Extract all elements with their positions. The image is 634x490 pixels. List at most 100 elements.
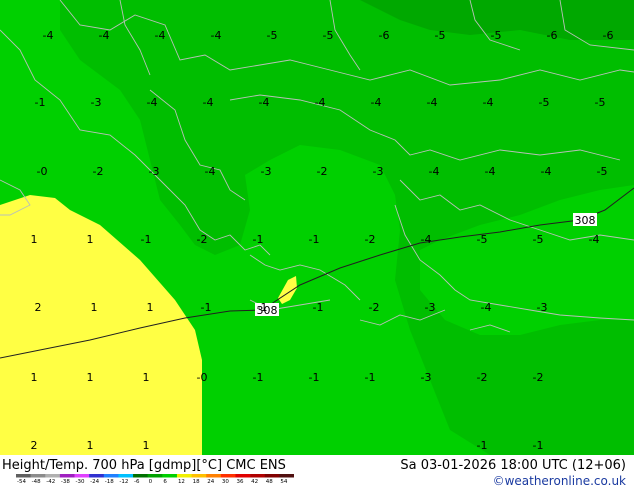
temperature-label: -2	[533, 371, 544, 384]
temperature-label: -5	[267, 29, 278, 42]
temperature-label: -5	[597, 165, 608, 178]
legend-swatch	[30, 474, 46, 478]
temperature-label: -4	[155, 29, 166, 42]
legend-swatch	[16, 474, 31, 478]
temperature-label: -2	[93, 165, 104, 178]
temperature-label: -4	[259, 96, 270, 109]
legend-swatch	[45, 474, 61, 478]
temperature-label: -3	[261, 165, 272, 178]
temperature-label: -5	[539, 96, 550, 109]
legend-swatch	[89, 474, 105, 478]
temperature-label: -3	[421, 371, 432, 384]
temperature-label: -4	[589, 233, 600, 246]
temperature-label: -0	[37, 165, 48, 178]
contour-label-2: 308	[575, 214, 596, 227]
temperature-label: -1	[201, 301, 212, 314]
legend-swatch	[264, 474, 280, 478]
temperature-label: -4	[43, 29, 54, 42]
temperature-label: -5	[595, 96, 606, 109]
temperature-label: -4	[147, 96, 158, 109]
temperature-label: -2	[197, 233, 208, 246]
temperature-label: 1	[31, 371, 38, 384]
temperature-label: 1	[31, 233, 38, 246]
temperature-label: 1	[87, 233, 94, 246]
legend-swatch	[133, 474, 148, 478]
temperature-label: -1	[313, 301, 324, 314]
legend-tick-label: 12	[178, 479, 185, 483]
temperature-label: -2	[365, 233, 376, 246]
temperature-label: -6	[379, 29, 390, 42]
legend-swatch	[279, 474, 294, 478]
temperature-label: -1	[253, 371, 264, 384]
legend-swatch	[147, 474, 163, 478]
temperature-label: -4	[99, 29, 110, 42]
temperature-label: -2	[369, 301, 380, 314]
temperature-label: -4	[481, 301, 492, 314]
temperature-label: -6	[547, 29, 558, 42]
temperature-label: -4	[203, 96, 214, 109]
legend-swatch	[176, 474, 192, 478]
temperature-label: -5	[435, 29, 446, 42]
legend-tick-label: -38	[61, 479, 70, 483]
temperature-label: 1	[147, 301, 154, 314]
legend-swatch	[206, 474, 222, 478]
temperature-label: -4	[429, 165, 440, 178]
legend-swatch	[250, 474, 266, 478]
legend-tick-label: -6	[134, 479, 140, 483]
legend-tick-label: 42	[251, 479, 258, 483]
temperature-label: -6	[603, 29, 614, 42]
temperature-label: -2	[477, 371, 488, 384]
legend-swatch	[103, 474, 119, 478]
temperature-label: 2	[35, 301, 42, 314]
legend-tick-label: -24	[90, 479, 99, 483]
legend-tick-label: 0	[149, 479, 153, 483]
legend-tick-label: -42	[46, 479, 55, 483]
legend-swatch	[118, 474, 134, 478]
temperature-label: -1	[533, 439, 544, 452]
temperature-label: -5	[533, 233, 544, 246]
legend-swatch	[220, 474, 236, 478]
temperature-label: -1	[365, 371, 376, 384]
temperature-label: -4	[421, 233, 432, 246]
temperature-label: 1	[87, 371, 94, 384]
legend-tick-label: 30	[222, 479, 229, 483]
temperature-label: -1	[477, 439, 488, 452]
temperature-label: -4	[483, 96, 494, 109]
temperature-label: -1	[309, 371, 320, 384]
credit-link[interactable]: ©weatheronline.co.uk	[493, 474, 626, 488]
temperature-label: -3	[537, 301, 548, 314]
temperature-label: -4	[485, 165, 496, 178]
legend-swatch	[74, 474, 90, 478]
temperature-label: -3	[149, 165, 160, 178]
temperature-label: -5	[477, 233, 488, 246]
temperature-label: 1	[143, 371, 150, 384]
legend-tick-label: -12	[119, 479, 128, 483]
temperature-label: -1	[253, 233, 264, 246]
temperature-label: -4	[541, 165, 552, 178]
temperature-label: 1	[143, 439, 150, 452]
legend-swatch	[59, 474, 75, 478]
legend-tick-label: -18	[105, 479, 114, 483]
legend-tick-label: 24	[207, 479, 214, 483]
temperature-label: -3	[425, 301, 436, 314]
temperature-label: -5	[323, 29, 334, 42]
temperature-label: 2	[31, 439, 38, 452]
temperature-label: -4	[371, 96, 382, 109]
legend-tick-label: 48	[266, 479, 273, 483]
weather-map: 308 308 -4 -4 -4 -4 -5 -5 -6 -5 -5 -6 -6-1 -3 -4 -4 -4…	[0, 0, 634, 455]
temperature-label: -1	[257, 301, 268, 314]
temperature-label: -4	[315, 96, 326, 109]
temperature-label: -4	[205, 165, 216, 178]
temperature-label: -1	[309, 233, 320, 246]
legend-tick-label: -48	[32, 479, 41, 483]
temperature-label: 1	[91, 301, 98, 314]
temperature-label: -4	[211, 29, 222, 42]
legend-swatch	[235, 474, 251, 478]
temperature-label: -1	[141, 233, 152, 246]
legend-tick-label: 6	[163, 479, 167, 483]
temperature-label: -2	[317, 165, 328, 178]
color-legend: -54 -48 -42 -38 -30 -24 -18 -12 -6 0 6 12 18 24 30 36 42…	[16, 474, 294, 483]
temperature-label: -3	[91, 96, 102, 109]
legend-tick-label: -54	[17, 479, 26, 483]
legend-tick-label: 36	[236, 479, 243, 483]
